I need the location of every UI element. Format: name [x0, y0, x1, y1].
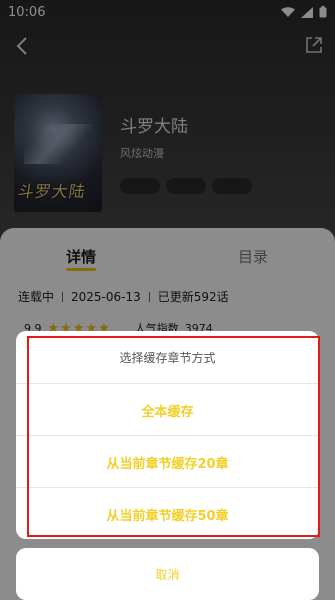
cache-20-chapters-option[interactable]: 从当前章节缓存20章: [16, 436, 319, 488]
cache-all-option[interactable]: 全本缓存: [16, 384, 319, 436]
cancel-button[interactable]: 取消: [16, 548, 319, 600]
cache-action-sheet: 选择缓存章节方式 全本缓存 从当前章节缓存20章 从当前章节缓存50章: [16, 331, 319, 539]
cache-50-chapters-option[interactable]: 从当前章节缓存50章: [16, 488, 319, 539]
sheet-title: 选择缓存章节方式: [119, 350, 216, 365]
